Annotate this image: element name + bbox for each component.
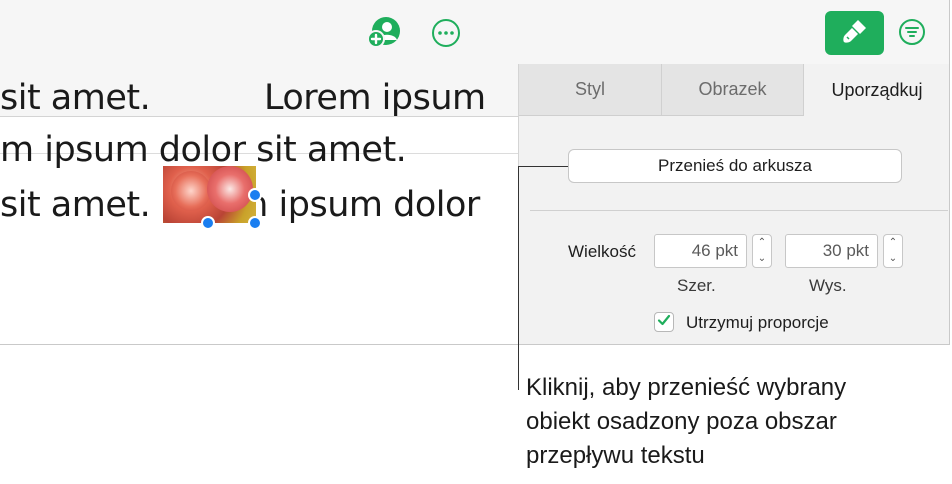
inline-image[interactable] bbox=[163, 166, 256, 223]
selection-handle[interactable] bbox=[248, 188, 262, 202]
width-caption: Szer. bbox=[677, 276, 716, 295]
document-text-line[interactable]: sit amet. bbox=[0, 78, 151, 118]
height-caption: Wys. bbox=[809, 276, 847, 295]
image-content bbox=[171, 171, 211, 211]
more-button[interactable] bbox=[430, 18, 462, 53]
height-field[interactable]: 30 pkt bbox=[785, 234, 878, 268]
chevron-up-icon[interactable]: ⌃ bbox=[889, 238, 897, 248]
document-text-line[interactable]: m ipsum dolor sit amet. bbox=[0, 130, 407, 170]
size-label: Wielkość bbox=[568, 242, 637, 261]
keep-proportions-checkbox[interactable] bbox=[654, 312, 674, 332]
tab-image[interactable]: Obrazek bbox=[662, 64, 804, 116]
paintbrush-icon bbox=[840, 16, 870, 51]
image-content bbox=[207, 166, 253, 212]
person-add-icon bbox=[366, 15, 402, 54]
callout-text: Kliknij, aby przenieść wybrany obiekt os… bbox=[526, 371, 946, 473]
callout-line: obiekt osadzony poza obszar bbox=[526, 408, 837, 435]
organize-button[interactable] bbox=[897, 18, 927, 51]
tab-style[interactable]: Styl bbox=[519, 64, 662, 116]
sidebar-tabs: Styl Obrazek Uporządkuj bbox=[519, 64, 949, 116]
width-stepper[interactable]: ⌃ ⌄ bbox=[752, 234, 772, 268]
chevron-down-icon[interactable]: ⌄ bbox=[889, 254, 897, 264]
section-divider bbox=[530, 210, 948, 211]
callout-line: Kliknij, aby przenieść wybrany bbox=[526, 374, 847, 401]
selection-handle[interactable] bbox=[201, 216, 215, 230]
chevron-down-icon[interactable]: ⌄ bbox=[758, 254, 766, 264]
move-to-sheet-button[interactable]: Przenieś do arkusza bbox=[568, 149, 902, 183]
keep-proportions-label: Utrzymuj proporcje bbox=[686, 313, 829, 332]
document-text-line[interactable]: Lorem ipsum bbox=[264, 78, 486, 118]
callout-line: przepływu tekstu bbox=[526, 442, 705, 469]
ellipsis-circle-icon bbox=[431, 18, 461, 53]
width-field[interactable]: 46 pkt bbox=[654, 234, 747, 268]
callout-leader-line bbox=[518, 166, 568, 167]
height-stepper[interactable]: ⌃ ⌄ bbox=[883, 234, 903, 268]
checkmark-icon bbox=[656, 312, 672, 333]
toolbar bbox=[0, 0, 949, 65]
list-filter-icon bbox=[898, 18, 926, 51]
selection-handle[interactable] bbox=[248, 216, 262, 230]
callout-leader-line bbox=[518, 166, 519, 390]
tab-arrange[interactable]: Uporządkuj bbox=[804, 64, 949, 116]
app-window: Styl Obrazek Uporządkuj Przenieś do arku… bbox=[0, 0, 950, 345]
format-sidebar: Styl Obrazek Uporządkuj Przenieś do arku… bbox=[518, 64, 949, 344]
chevron-up-icon[interactable]: ⌃ bbox=[758, 238, 766, 248]
format-button[interactable] bbox=[825, 11, 884, 55]
collaborate-button[interactable] bbox=[366, 15, 402, 54]
